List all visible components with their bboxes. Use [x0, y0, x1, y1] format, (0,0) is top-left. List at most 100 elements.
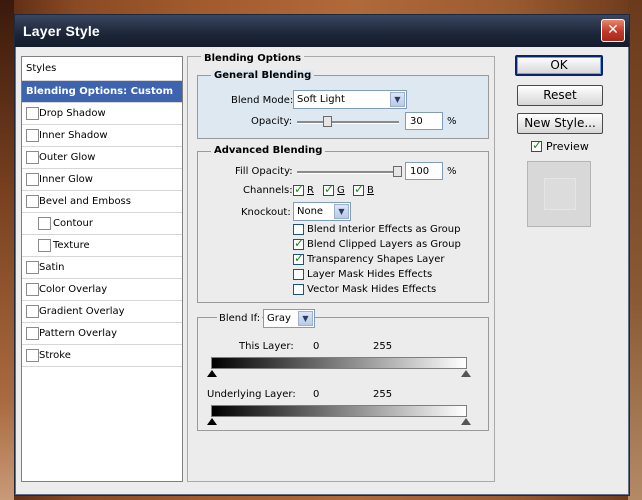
general-blending-title: General Blending [211, 70, 315, 81]
blend-mode-select[interactable]: Soft Light ▼ [293, 90, 407, 109]
adv-option-checkbox[interactable] [293, 236, 304, 250]
style-item-stroke[interactable]: Stroke [22, 345, 182, 367]
fill-opacity-label: Fill Opacity: [235, 166, 293, 177]
channel-r-label: R [307, 185, 314, 196]
preview-checkbox[interactable] [531, 138, 542, 152]
close-icon: ✕ [607, 22, 619, 38]
adv-option-label: Layer Mask Hides Effects [307, 269, 433, 280]
style-item-inner-shadow[interactable]: Inner Shadow [22, 125, 182, 147]
this-layer-max: 255 [373, 341, 393, 352]
blending-options-title: Blending Options [201, 53, 305, 64]
style-item-label: Satin [39, 262, 65, 273]
this-layer-min: 0 [313, 341, 320, 352]
style-checkbox[interactable] [26, 151, 39, 164]
style-item-label: Gradient Overlay [39, 306, 125, 317]
underlying-layer-black-slider[interactable] [207, 418, 217, 425]
adv-option-checkbox[interactable] [293, 284, 304, 295]
channel-r-checkbox[interactable] [293, 182, 304, 196]
adv-option-checkbox[interactable] [293, 224, 304, 235]
ok-button[interactable]: OK [515, 55, 603, 76]
close-button[interactable]: ✕ [601, 19, 625, 42]
channel-g-checkbox[interactable] [323, 182, 334, 196]
style-checkbox[interactable] [26, 349, 39, 362]
blend-mode-value: Soft Light [297, 94, 345, 105]
opacity-slider-thumb[interactable] [323, 116, 332, 127]
blend-mode-label: Blend Mode: [231, 95, 294, 106]
style-checkbox[interactable] [26, 107, 39, 120]
adv-option-checkbox[interactable] [293, 251, 304, 265]
adv-option-label: Blend Clipped Layers as Group [307, 239, 461, 250]
style-checkbox[interactable] [26, 305, 39, 318]
style-checkbox[interactable] [26, 129, 39, 142]
opacity-label: Opacity: [251, 116, 293, 127]
style-item-label: Contour [53, 218, 93, 229]
this-layer-gradient [211, 357, 467, 369]
style-checkbox[interactable] [26, 283, 39, 296]
channels-label: Channels: [243, 185, 293, 196]
this-layer-black-slider[interactable] [207, 370, 217, 377]
chevron-down-icon: ▼ [298, 311, 313, 326]
style-checkbox[interactable] [38, 217, 51, 230]
new-style-button[interactable]: New Style... [517, 113, 603, 134]
style-item-label: Stroke [39, 350, 71, 361]
style-checkbox[interactable] [26, 261, 39, 274]
underlying-layer-label: Underlying Layer: [207, 389, 296, 400]
adv-option-label: Blend Interior Effects as Group [307, 224, 461, 235]
background-left [0, 0, 14, 500]
style-item-inner-glow[interactable]: Inner Glow [22, 169, 182, 191]
this-layer-white-slider[interactable] [461, 370, 471, 377]
channel-b-checkbox[interactable] [353, 182, 364, 196]
window-title: Layer Style [23, 23, 100, 39]
chevron-down-icon: ▼ [334, 204, 349, 219]
style-checkbox[interactable] [26, 173, 39, 186]
fill-opacity-slider-track[interactable] [297, 171, 399, 174]
preview-swatch-inner [544, 178, 576, 210]
opacity-unit: % [447, 116, 457, 127]
underlying-layer-min: 0 [313, 389, 320, 400]
style-item-color-overlay[interactable]: Color Overlay [22, 279, 182, 301]
underlying-layer-white-slider[interactable] [461, 418, 471, 425]
opacity-slider-track[interactable] [297, 121, 399, 124]
this-layer-label: This Layer: [239, 341, 294, 352]
style-item-contour[interactable]: Contour [22, 213, 182, 235]
style-item-gradient-overlay[interactable]: Gradient Overlay [22, 301, 182, 323]
style-item-label: Inner Shadow [39, 130, 108, 141]
channel-b-label: B [367, 185, 374, 196]
style-checkbox[interactable] [38, 239, 51, 252]
style-item-pattern-overlay[interactable]: Pattern Overlay [22, 323, 182, 345]
blend-if-value: Gray [267, 313, 291, 324]
styles-list-header[interactable]: Styles [22, 57, 182, 81]
style-checkbox[interactable] [26, 195, 39, 208]
style-item-blending-options-custom[interactable]: Blending Options: Custom [22, 81, 182, 103]
style-item-label: Blending Options: Custom [26, 86, 174, 97]
style-item-label: Drop Shadow [39, 108, 106, 119]
blend-if-select[interactable]: Gray ▼ [263, 309, 315, 328]
style-item-label: Pattern Overlay [39, 328, 118, 339]
title-bar[interactable]: Layer Style ✕ [15, 15, 629, 47]
style-item-label: Outer Glow [39, 152, 96, 163]
style-item-label: Texture [53, 240, 90, 251]
reset-button[interactable]: Reset [517, 85, 603, 106]
adv-option-checkbox[interactable] [293, 269, 304, 280]
preview-swatch [527, 161, 591, 227]
style-item-satin[interactable]: Satin [22, 257, 182, 279]
opacity-input[interactable]: 30 [405, 112, 443, 130]
fill-opacity-input[interactable]: 100 [405, 162, 443, 180]
blend-if-label: Blend If: [217, 313, 263, 324]
styles-header-label: Styles [26, 63, 57, 74]
knockout-value: None [297, 206, 324, 217]
preview-label: Preview [546, 140, 589, 153]
advanced-blending-title: Advanced Blending [211, 145, 326, 156]
underlying-layer-max: 255 [373, 389, 393, 400]
style-checkbox[interactable] [26, 327, 39, 340]
knockout-select[interactable]: None ▼ [293, 202, 351, 221]
style-item-bevel-and-emboss[interactable]: Bevel and Emboss [22, 191, 182, 213]
fill-opacity-slider-thumb[interactable] [393, 166, 402, 177]
background-right [628, 0, 642, 500]
style-item-label: Color Overlay [39, 284, 108, 295]
style-item-texture[interactable]: Texture [22, 235, 182, 257]
style-item-outer-glow[interactable]: Outer Glow [22, 147, 182, 169]
style-item-drop-shadow[interactable]: Drop Shadow [22, 103, 182, 125]
adv-option-label: Vector Mask Hides Effects [307, 284, 437, 295]
style-item-label: Bevel and Emboss [39, 196, 131, 207]
